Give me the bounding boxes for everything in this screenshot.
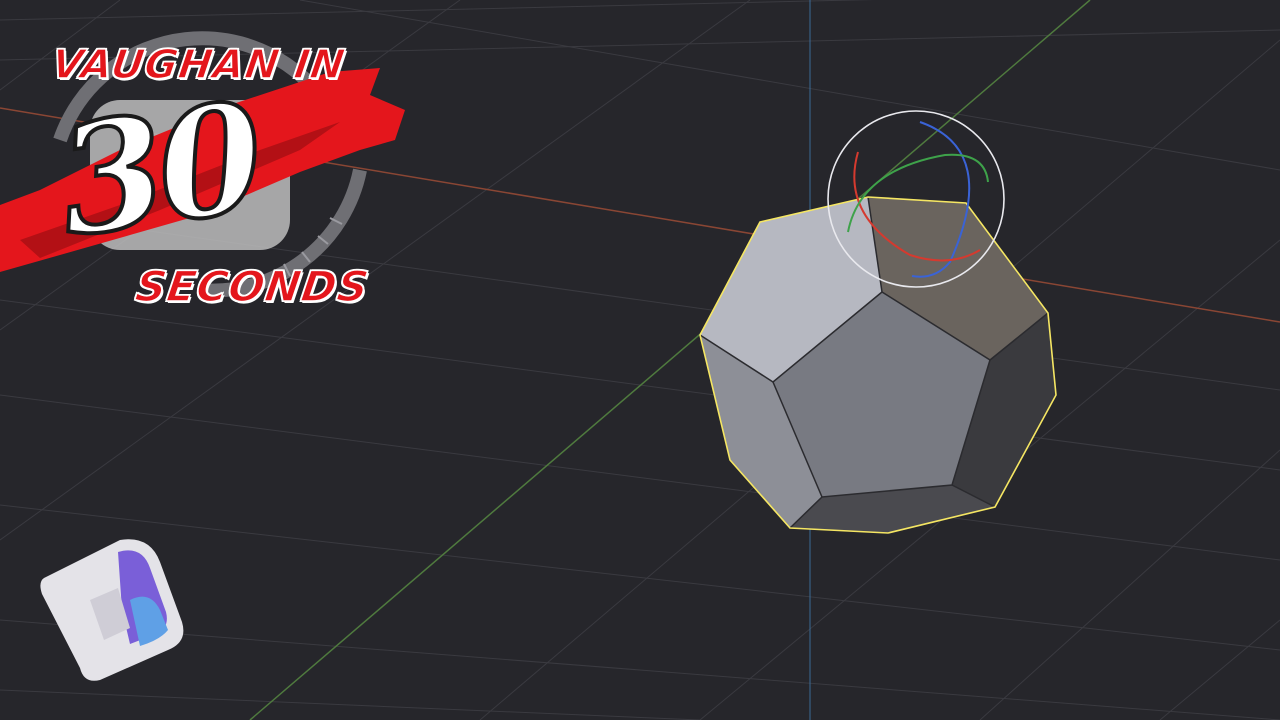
- logo-number: 30: [47, 67, 270, 273]
- dodecahedron-object[interactable]: [699, 196, 1057, 534]
- 3d-viewport[interactable]: VAUGHAN IN 30 SECONDS: [0, 0, 1280, 720]
- p-app-icon[interactable]: [40, 539, 184, 681]
- logo-subtitle: SECONDS: [132, 261, 373, 312]
